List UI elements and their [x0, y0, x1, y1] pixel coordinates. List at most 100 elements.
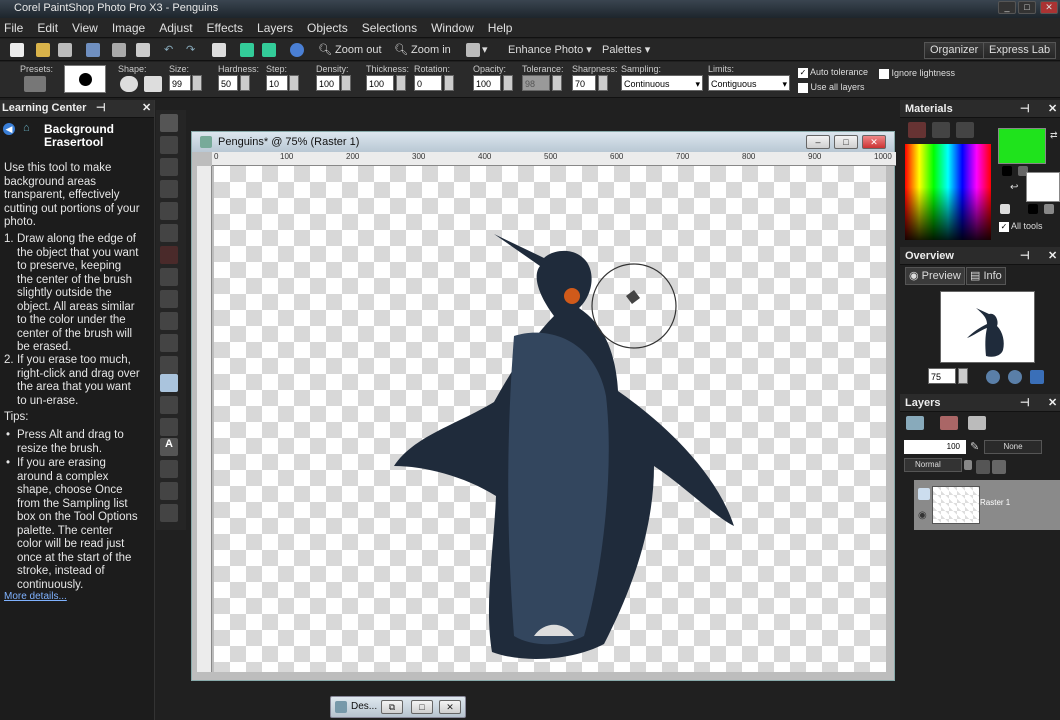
hardness-spinner[interactable]: [240, 75, 250, 91]
text-tool-icon[interactable]: A: [160, 438, 178, 456]
doc-close-button[interactable]: ✕: [862, 135, 886, 149]
color-picker[interactable]: [905, 144, 991, 240]
pin-icon[interactable]: ⊣: [96, 100, 106, 117]
layer-row[interactable]: ◉ Raster 1: [914, 480, 1060, 530]
straighten-tool-icon[interactable]: [160, 224, 178, 242]
swatches-tab-icon[interactable]: [956, 122, 974, 138]
menu-selections[interactable]: Selections: [358, 21, 421, 35]
close-button[interactable]: ✕: [439, 700, 461, 714]
tab-info[interactable]: ▤ Info: [966, 267, 1006, 285]
opacity-spinner[interactable]: [503, 75, 513, 91]
flood-fill-icon[interactable]: [160, 396, 178, 414]
undo-icon[interactable]: ↶: [164, 42, 173, 58]
browse-icon[interactable]: [58, 43, 72, 57]
rotation-field[interactable]: 0: [414, 75, 442, 91]
organizer-button[interactable]: Organizer: [924, 42, 985, 59]
limits-select[interactable]: Contiguous ▾: [708, 75, 790, 91]
tolerance-field[interactable]: 98: [522, 75, 550, 91]
windows-icon[interactable]: [466, 43, 480, 57]
pin-icon[interactable]: ⊣: [1020, 394, 1030, 412]
density-spinner[interactable]: [341, 75, 351, 91]
pick-tool-icon[interactable]: [160, 136, 178, 154]
background-eraser-icon[interactable]: [160, 374, 178, 392]
doc-maximize-button[interactable]: □: [834, 135, 858, 149]
tolerance-spinner[interactable]: [552, 75, 562, 91]
presets-icon[interactable]: [24, 76, 46, 92]
menu-edit[interactable]: Edit: [33, 21, 62, 35]
more-details-link[interactable]: More details...: [4, 591, 67, 602]
round-shape-icon[interactable]: [120, 76, 138, 92]
brush-icon[interactable]: ✎: [970, 440, 979, 453]
density-field[interactable]: 100: [316, 75, 340, 91]
zoom-in-icon[interactable]: [1008, 370, 1022, 384]
layer-opacity-slider[interactable]: 100: [904, 440, 966, 454]
opacity-field[interactable]: 100: [473, 75, 501, 91]
image-canvas[interactable]: [214, 166, 886, 672]
bg-style-icon[interactable]: [1044, 204, 1054, 214]
rainbow-tab-icon[interactable]: [932, 122, 950, 138]
zoom-out-icon[interactable]: [986, 370, 1000, 384]
airbrush-icon[interactable]: [160, 356, 178, 374]
maximize-button[interactable]: □: [411, 700, 433, 714]
print-icon[interactable]: [136, 43, 150, 57]
new-layer-icon[interactable]: [906, 416, 924, 430]
dropper-tool-icon[interactable]: [160, 180, 178, 198]
close-icon[interactable]: ✕: [1048, 100, 1057, 118]
warp-brush-icon[interactable]: [160, 504, 178, 522]
size-field[interactable]: 99: [169, 75, 191, 91]
foreground-swatch[interactable]: [998, 128, 1046, 164]
zoom-in-button[interactable]: 🔍︎ Zoom in: [394, 42, 451, 58]
palettes-menu[interactable]: Palettes ▾: [602, 42, 650, 58]
all-tools-checkbox[interactable]: ✓ All tools: [999, 221, 1043, 232]
reset-colors-icon[interactable]: ↩: [1010, 182, 1018, 193]
minimize-button[interactable]: _: [998, 1, 1016, 14]
auto-tolerance-checkbox[interactable]: ✓ Auto tolerance: [798, 67, 868, 78]
step-field[interactable]: 10: [266, 75, 288, 91]
new-icon[interactable]: [10, 43, 24, 57]
menu-image[interactable]: Image: [108, 21, 149, 35]
clone-tool-icon[interactable]: [160, 290, 178, 308]
maximize-button[interactable]: □: [1018, 1, 1036, 14]
zoom-out-button[interactable]: 🔍︎ Zoom out: [318, 42, 382, 58]
layer-properties-icon[interactable]: [968, 416, 986, 430]
visibility-icon[interactable]: ◉: [918, 510, 927, 521]
hardness-field[interactable]: 50: [218, 75, 238, 91]
doc-minimize-button[interactable]: –: [806, 135, 830, 149]
save-as-icon[interactable]: [112, 43, 126, 57]
back-icon[interactable]: ◀: [3, 123, 15, 135]
eraser-icon[interactable]: [160, 418, 178, 436]
object-remover-icon[interactable]: [160, 312, 178, 330]
sampling-select[interactable]: Continuous ▾: [621, 75, 703, 91]
open-icon[interactable]: [36, 43, 50, 57]
step-spinner[interactable]: [289, 75, 299, 91]
enhance-photo-menu[interactable]: Enhance Photo ▾: [508, 42, 592, 58]
blend-mode-select[interactable]: Normal: [904, 458, 962, 472]
square-shape-icon[interactable]: [144, 76, 162, 92]
thickness-field[interactable]: 100: [366, 75, 394, 91]
express-lab-button[interactable]: Express Lab: [983, 42, 1057, 59]
bg-texture-icon[interactable]: [1028, 204, 1038, 214]
shape-tool-icon[interactable]: [160, 460, 178, 478]
home-icon[interactable]: ⌂: [23, 122, 30, 134]
paint-brush-icon[interactable]: [160, 334, 178, 352]
menu-adjust[interactable]: Adjust: [155, 21, 196, 35]
menu-objects[interactable]: Objects: [303, 21, 352, 35]
info-icon[interactable]: [290, 43, 304, 57]
paste-icon[interactable]: [212, 43, 226, 57]
menu-file[interactable]: File: [0, 21, 27, 35]
use-all-layers-checkbox[interactable]: Use all layers: [798, 82, 865, 93]
sync-icon[interactable]: [262, 43, 276, 57]
close-icon[interactable]: ✕: [1048, 247, 1057, 265]
pan-tool-icon[interactable]: [160, 114, 178, 132]
sharpness-spinner[interactable]: [598, 75, 608, 91]
menu-effects[interactable]: Effects: [203, 21, 247, 35]
menu-view[interactable]: View: [68, 21, 102, 35]
mask-icon[interactable]: [976, 460, 990, 474]
sharpness-field[interactable]: 70: [572, 75, 596, 91]
close-button[interactable]: ✕: [1040, 1, 1058, 14]
transparent-icon[interactable]: [1000, 204, 1010, 214]
actual-size-icon[interactable]: [1030, 370, 1044, 384]
pin-icon[interactable]: ⊣: [1020, 100, 1030, 118]
size-spinner[interactable]: [192, 75, 202, 91]
makeover-tool-icon[interactable]: [160, 268, 178, 286]
